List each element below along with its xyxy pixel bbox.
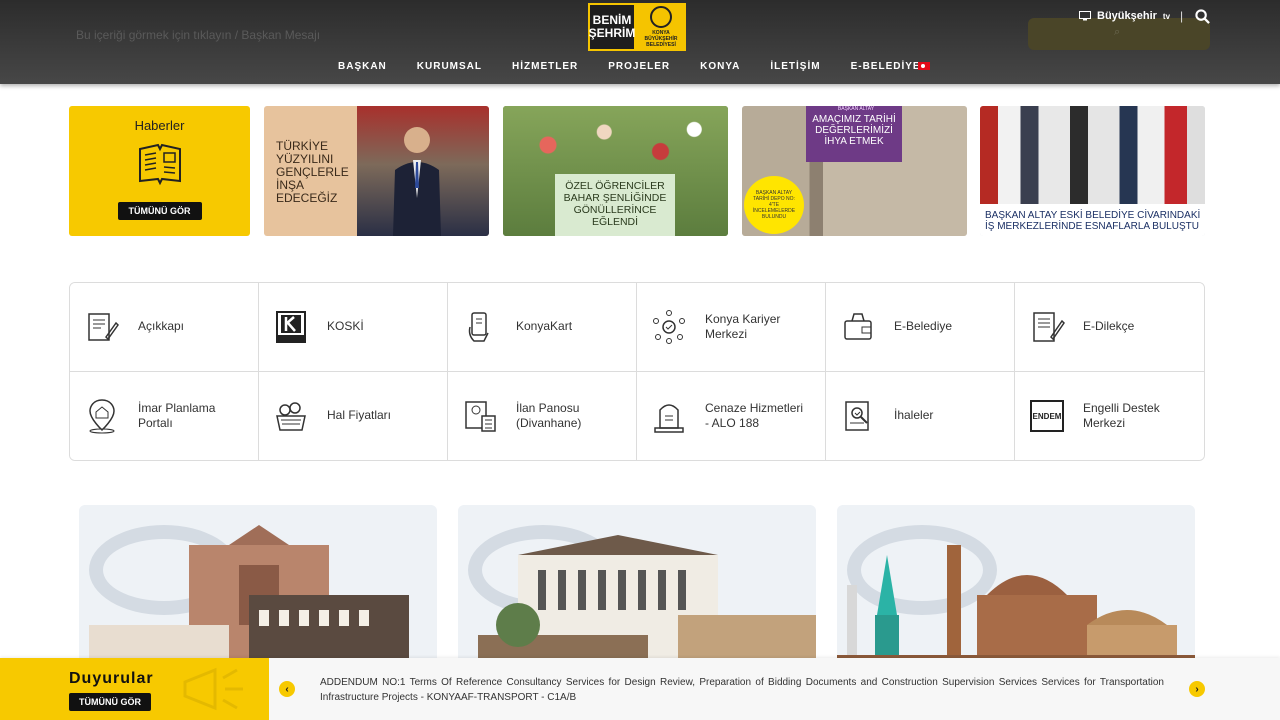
service-label: Açıkkapı	[138, 319, 185, 334]
service-label: Konya Kariyer Merkezi	[705, 311, 781, 341]
service-label: İmar Planlama Portalı	[138, 400, 216, 430]
service-hal-fiyatlari[interactable]: Hal Fiyatları	[259, 371, 448, 460]
nav-baskan[interactable]: BAŞKAN	[338, 61, 387, 72]
nav-projeler[interactable]: PROJELER	[608, 61, 670, 72]
nav-hizmetler[interactable]: HİZMETLER	[512, 61, 578, 72]
mevlana-museum-illustration	[837, 545, 1195, 675]
logo-konya-bb: KONYA BÜYÜKŞEHİR BELEDİYESİ	[636, 3, 686, 51]
service-engelli-destek[interactable]: ENDEM Engelli Destek Merkezi	[1015, 371, 1204, 460]
announcements-see-all-button[interactable]: TÜMÜNÜ GÖR	[69, 693, 151, 711]
service-ihaleler[interactable]: İhaleler	[826, 371, 1015, 460]
news-card-2[interactable]: ÖZEL ÖĞRENCİLER BAHAR ŞENLİĞİNDE GÖNÜLLE…	[503, 106, 728, 236]
news-card-1[interactable]: TÜRKİYE YÜZYILINI GENÇLERLE İNŞA EDECEĞİ…	[264, 106, 489, 236]
news-card-1-text: TÜRKİYE YÜZYILINI GENÇLERLE İNŞA EDECEĞİ…	[276, 139, 349, 205]
monitor-icon	[1079, 11, 1091, 21]
map-pin-house-icon	[89, 398, 115, 434]
service-e-dilekce[interactable]: E-Dilekçe	[1015, 283, 1204, 372]
announcement-text[interactable]: ADDENDUM NO:1 Terms Of Reference Consult…	[320, 675, 1164, 705]
service-konyakart[interactable]: KonyaKart	[448, 283, 637, 372]
site-header: Bu içeriği görmek için tıklayın / Başkan…	[0, 0, 1280, 84]
header-ghost-text: Bu içeriği görmek için tıklayın / Başkan…	[76, 28, 321, 42]
service-label: İhaleler	[894, 408, 934, 423]
tender-document-icon	[845, 401, 869, 431]
service-label: KonyaKart	[516, 319, 573, 334]
produce-basket-icon	[276, 402, 306, 431]
koski-logo-icon	[276, 310, 306, 343]
turkish-flag-icon[interactable]	[918, 62, 930, 70]
announcements-title: Duyurular	[69, 670, 154, 687]
news-card-4[interactable]: BAŞKAN ALTAY ESKİ BELEDİYE CİVARINDAKİ İ…	[980, 106, 1205, 236]
header-separator: |	[1180, 9, 1184, 23]
person-portrait-image	[393, 127, 441, 236]
news-section-card[interactable]: Haberler TÜMÜNÜ GÖR	[69, 106, 250, 236]
svg-text:ENDEM: ENDEM	[1033, 412, 1062, 421]
service-acikkapi[interactable]: Açıkkapı	[70, 283, 259, 372]
document-pen-icon	[88, 313, 119, 341]
service-imar[interactable]: İmar Planlama Portalı	[70, 371, 259, 460]
announcements-panel: Duyurular TÜMÜNÜ GÖR	[0, 658, 269, 720]
newspaper-icon	[138, 143, 181, 186]
news-title: Haberler	[134, 118, 185, 133]
news-card-3[interactable]: BAŞKAN ALTAY AMAÇIMIZ TARİHİ DEĞERLERİMİ…	[742, 106, 967, 236]
logo-konya-text: KONYA BÜYÜKŞEHİR BELEDİYESİ	[644, 30, 678, 48]
nav-konya[interactable]: KONYA	[700, 61, 740, 72]
endem-logo-icon: ENDEM	[1030, 399, 1064, 432]
network-people-icon	[653, 309, 685, 344]
service-label: Engelli Destek Merkezi	[1083, 400, 1160, 430]
services-grid: Açıkkapı KOSKİ KonyaKart Konya Kariyer M…	[69, 282, 1205, 461]
card-hand-icon	[468, 312, 489, 342]
tv-link-suffix: tv	[1162, 11, 1171, 21]
tombstone-icon	[654, 404, 684, 433]
service-koski[interactable]: KOSKİ	[259, 283, 448, 372]
news-card-3-sub: BAŞKAN ALTAY	[837, 106, 875, 112]
announcement-prev-button[interactable]: ‹	[279, 681, 295, 697]
service-label: İlan Panosu (Divanhane)	[516, 400, 582, 430]
news-card-3-text: AMAÇIMIZ TARİHİ DEĞERLERİMİZİ İHYA ETMEK	[812, 114, 896, 147]
petition-pen-icon	[1033, 312, 1065, 342]
historic-building-illustration	[89, 525, 409, 675]
site-logo[interactable]: BENİM ŞEHRİM KONYA BÜYÜKŞEHİR BELEDİYESİ	[588, 3, 686, 51]
announcements-bar: Duyurular TÜMÜNÜ GÖR ADDENDUM NO:1 Terms…	[0, 658, 1280, 720]
modern-building-illustration	[478, 535, 816, 675]
news-see-all-button[interactable]: TÜMÜNÜ GÖR	[117, 202, 202, 220]
board-calculator-icon	[465, 401, 496, 432]
tv-link-label: Büyükşehir	[1097, 10, 1157, 22]
announcement-next-button[interactable]: ›	[1189, 681, 1205, 697]
megaphone-icon	[183, 667, 243, 711]
city-card-2[interactable]	[458, 505, 816, 675]
service-kariyer[interactable]: Konya Kariyer Merkezi	[637, 283, 826, 372]
nav-iletisim[interactable]: İLETİŞİM	[770, 61, 820, 72]
nav-kurumsal[interactable]: KURUMSAL	[417, 61, 482, 72]
service-label: Hal Fiyatları	[327, 408, 392, 423]
nav-e-belediye[interactable]: E-BELEDİYE	[851, 61, 921, 72]
news-card-3-badge: BAŞKAN ALTAY TARİHİ DEPO NO: 4'TE İNCELE…	[744, 176, 804, 234]
service-label: E-Dilekçe	[1083, 319, 1135, 334]
main-nav: BAŞKAN KURUMSAL HİZMETLER PROJELER KONYA…	[338, 61, 951, 72]
news-card-4-text: BAŞKAN ALTAY ESKİ BELEDİYE CİVARINDAKİ İ…	[985, 210, 1201, 232]
municipality-seal-icon	[650, 6, 672, 28]
news-card-4-photo	[980, 106, 1205, 204]
city-card-3[interactable]	[837, 505, 1195, 675]
wallet-hand-icon	[844, 313, 872, 340]
service-label: KOSKİ	[327, 319, 364, 334]
service-label: Cenaze Hizmetleri - ALO 188	[705, 400, 804, 430]
service-e-belediye[interactable]: E-Belediye	[826, 283, 1015, 372]
logo-benim-sehrim: BENİM ŞEHRİM	[588, 3, 636, 51]
service-label: E-Belediye	[894, 319, 953, 334]
service-ilan-panosu[interactable]: İlan Panosu (Divanhane)	[448, 371, 637, 460]
ghost-search-icon: ⌕	[1114, 26, 1121, 38]
news-card-2-text: ÖZEL ÖĞRENCİLER BAHAR ŞENLİĞİNDE GÖNÜLLE…	[563, 180, 667, 228]
search-icon[interactable]	[1195, 9, 1210, 24]
city-card-1[interactable]	[79, 505, 437, 675]
buyuksehir-tv-link[interactable]: Büyükşehir tv	[1079, 10, 1170, 22]
service-cenaze[interactable]: Cenaze Hizmetleri - ALO 188	[637, 371, 826, 460]
